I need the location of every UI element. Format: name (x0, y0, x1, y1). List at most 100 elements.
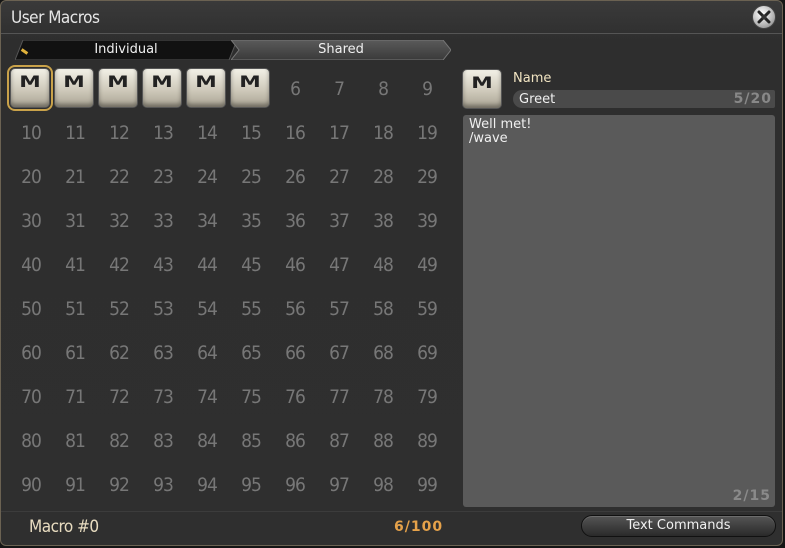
macro-icon[interactable]: M (54, 68, 94, 108)
macro-slot[interactable]: 68 (361, 331, 405, 375)
macro-slot[interactable]: 7 (317, 67, 361, 111)
macro-body-input[interactable]: Well met! /wave (469, 118, 765, 478)
macro-slot[interactable]: 91 (53, 463, 97, 507)
macro-slot[interactable]: 9 (405, 67, 449, 111)
macro-slot[interactable]: 23 (141, 155, 185, 199)
macro-slot[interactable]: 46 (273, 243, 317, 287)
macro-slot[interactable]: M (185, 67, 229, 111)
macro-slot[interactable]: 42 (97, 243, 141, 287)
macro-slot[interactable]: 45 (229, 243, 273, 287)
macro-slot[interactable]: 39 (405, 199, 449, 243)
macro-icon[interactable]: M (186, 68, 226, 108)
macro-slot[interactable]: 36 (273, 199, 317, 243)
macro-slot[interactable]: 38 (361, 199, 405, 243)
macro-slot[interactable]: 94 (185, 463, 229, 507)
macro-slot[interactable]: 12 (97, 111, 141, 155)
macro-slot[interactable]: 70 (9, 375, 53, 419)
macro-slot[interactable]: 20 (9, 155, 53, 199)
macro-slot[interactable]: 37 (317, 199, 361, 243)
macro-slot[interactable]: 84 (185, 419, 229, 463)
macro-slot[interactable]: 96 (273, 463, 317, 507)
macro-slot[interactable]: 74 (185, 375, 229, 419)
macro-slot[interactable]: M (141, 67, 185, 111)
text-commands-button[interactable]: Text Commands (581, 515, 776, 537)
macro-slot[interactable]: M (229, 67, 273, 111)
macro-slot[interactable]: 35 (229, 199, 273, 243)
macro-slot[interactable]: 97 (317, 463, 361, 507)
macro-slot[interactable]: 90 (9, 463, 53, 507)
macro-slot[interactable]: 58 (361, 287, 405, 331)
macro-slot[interactable]: 17 (317, 111, 361, 155)
macro-slot[interactable]: 57 (317, 287, 361, 331)
macro-slot[interactable]: 47 (317, 243, 361, 287)
macro-slot[interactable]: 85 (229, 419, 273, 463)
macro-slot[interactable]: 81 (53, 419, 97, 463)
macro-slot[interactable]: 54 (185, 287, 229, 331)
macro-slot[interactable]: 8 (361, 67, 405, 111)
macro-slot[interactable]: 19 (405, 111, 449, 155)
macro-slot[interactable]: 88 (361, 419, 405, 463)
macro-slot[interactable]: 49 (405, 243, 449, 287)
macro-slot[interactable]: 73 (141, 375, 185, 419)
macro-slot[interactable]: 95 (229, 463, 273, 507)
macro-slot[interactable]: 14 (185, 111, 229, 155)
macro-slot[interactable]: 21 (53, 155, 97, 199)
macro-slot[interactable]: 52 (97, 287, 141, 331)
macro-slot[interactable]: 32 (97, 199, 141, 243)
macro-slot[interactable]: 33 (141, 199, 185, 243)
macro-name-input[interactable] (519, 90, 709, 108)
macro-slot[interactable]: 43 (141, 243, 185, 287)
macro-slot[interactable]: 6 (273, 67, 317, 111)
macro-slot[interactable]: 10 (9, 111, 53, 155)
macro-slot[interactable]: 15 (229, 111, 273, 155)
macro-icon[interactable]: M (98, 68, 138, 108)
macro-slot[interactable]: 55 (229, 287, 273, 331)
macro-slot[interactable]: 11 (53, 111, 97, 155)
macro-slot[interactable]: 40 (9, 243, 53, 287)
tab-individual[interactable]: Individual (15, 40, 237, 60)
macro-slot[interactable]: 13 (141, 111, 185, 155)
macro-icon[interactable]: M (142, 68, 182, 108)
selected-macro-icon[interactable]: M (462, 69, 502, 109)
macro-slot[interactable]: 24 (185, 155, 229, 199)
macro-slot[interactable]: 79 (405, 375, 449, 419)
macro-slot[interactable]: 80 (9, 419, 53, 463)
macro-slot[interactable]: 83 (141, 419, 185, 463)
macro-slot[interactable]: 65 (229, 331, 273, 375)
macro-slot[interactable]: 66 (273, 331, 317, 375)
macro-slot[interactable]: 75 (229, 375, 273, 419)
macro-slot[interactable]: 63 (141, 331, 185, 375)
macro-slot[interactable]: 25 (229, 155, 273, 199)
macro-slot[interactable]: 99 (405, 463, 449, 507)
macro-slot[interactable]: 89 (405, 419, 449, 463)
macro-slot[interactable]: 60 (9, 331, 53, 375)
macro-slot[interactable]: 98 (361, 463, 405, 507)
macro-slot[interactable]: 22 (97, 155, 141, 199)
macro-slot[interactable]: 78 (361, 375, 405, 419)
macro-slot[interactable]: 29 (405, 155, 449, 199)
macro-slot[interactable]: 50 (9, 287, 53, 331)
macro-slot[interactable]: 28 (361, 155, 405, 199)
macro-slot[interactable]: 64 (185, 331, 229, 375)
tab-shared[interactable]: Shared (231, 40, 451, 60)
macro-slot[interactable]: 27 (317, 155, 361, 199)
macro-slot[interactable]: 86 (273, 419, 317, 463)
macro-slot[interactable]: 67 (317, 331, 361, 375)
macro-slot[interactable]: 76 (273, 375, 317, 419)
macro-slot[interactable]: 59 (405, 287, 449, 331)
macro-slot[interactable]: 53 (141, 287, 185, 331)
macro-slot[interactable]: 71 (53, 375, 97, 419)
macro-slot[interactable]: 48 (361, 243, 405, 287)
macro-slot[interactable]: 77 (317, 375, 361, 419)
macro-slot[interactable]: 69 (405, 331, 449, 375)
macro-slot[interactable]: 92 (97, 463, 141, 507)
macro-slot[interactable]: 31 (53, 199, 97, 243)
macro-slot[interactable]: 87 (317, 419, 361, 463)
macro-slot[interactable]: 56 (273, 287, 317, 331)
macro-slot[interactable]: M (7, 65, 53, 111)
macro-slot[interactable]: 61 (53, 331, 97, 375)
macro-slot[interactable]: 72 (97, 375, 141, 419)
macro-slot[interactable]: M (53, 67, 97, 111)
title-bar[interactable]: User Macros (1, 1, 782, 35)
macro-slot[interactable]: 44 (185, 243, 229, 287)
